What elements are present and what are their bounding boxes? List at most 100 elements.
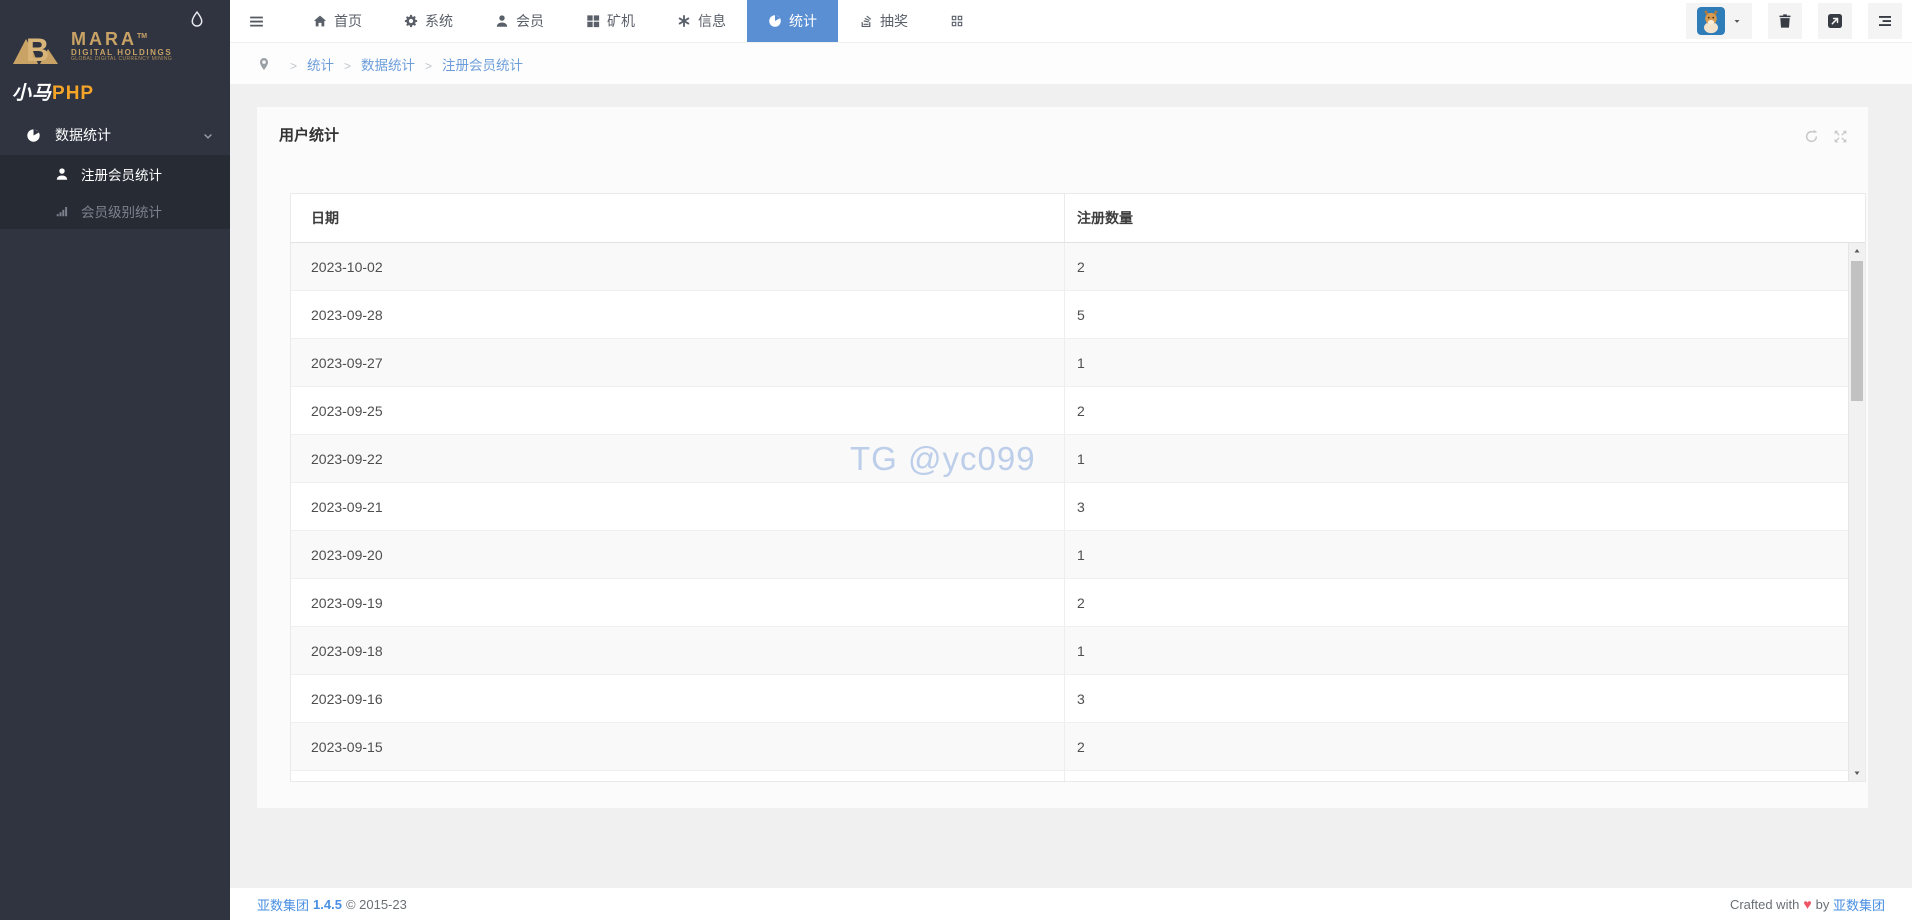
sidebar-toggle-button[interactable] <box>230 0 282 42</box>
pie-chart-icon <box>26 128 41 143</box>
user-icon <box>495 14 509 28</box>
sidebar-item-registered-members-stats[interactable]: 注册会员统计 <box>0 155 230 192</box>
external-link-button[interactable] <box>1818 3 1852 39</box>
trash-button[interactable] <box>1768 3 1802 39</box>
nav-item-home[interactable]: 首页 <box>292 0 383 42</box>
nav-items: 首页 系统 会员 矿机 信息 统计 抽奖 <box>292 0 985 42</box>
scrollbar-thumb[interactable] <box>1851 261 1863 401</box>
nav-item-label: 会员 <box>516 11 544 31</box>
footer-left: 亚数集团1.4.5© 2015-23 <box>257 895 407 914</box>
breadcrumb-links: >统计>数据统计>注册会员统计 <box>280 54 523 74</box>
table-row: 2023-09-192 <box>291 579 1865 627</box>
nav-item-system[interactable]: 系统 <box>383 0 474 42</box>
sidebar-item-label: 数据统计 <box>55 125 111 145</box>
table-row: 2023-10-022 <box>291 243 1865 291</box>
cell-count: 2 <box>1065 579 1865 626</box>
nav-right <box>1686 0 1912 42</box>
table-row: 2023-09-201 <box>291 531 1865 579</box>
cell-date: 2023-09-15 <box>291 723 1065 770</box>
cell-date: 2023-09-27 <box>291 339 1065 386</box>
grid-icon <box>586 14 600 28</box>
footer-crafted-text: Crafted with <box>1730 897 1799 912</box>
scrollbar-down-arrow[interactable] <box>1849 765 1865 781</box>
user-stats-card: 用户统计 日期 注册数量 2023-10-0222023-09-2852023-… <box>257 107 1868 808</box>
refresh-icon[interactable] <box>1804 128 1819 146</box>
align-icon <box>1877 13 1893 29</box>
nav-item-apps[interactable] <box>929 0 985 42</box>
nav-item-members[interactable]: 会员 <box>474 0 565 42</box>
user-avatar-button[interactable] <box>1686 3 1752 39</box>
pie-chart-icon <box>768 14 782 28</box>
cell-count: 1 <box>1065 435 1865 482</box>
cell-count: 3 <box>1065 675 1865 722</box>
nav-item-label: 抽奖 <box>880 11 908 31</box>
sidebar-subitem-label: 注册会员统计 <box>81 164 162 184</box>
external-icon <box>1827 13 1843 29</box>
breadcrumb-link[interactable]: 注册会员统计 <box>442 58 523 73</box>
table-header-row: 日期 注册数量 <box>291 194 1865 243</box>
table-row: 2023-09-285 <box>291 291 1865 339</box>
cell-count: 2 <box>1065 243 1865 290</box>
table-row: 2023-09-152 <box>291 723 1865 771</box>
user-icon <box>55 167 69 181</box>
table-row: 2023-09-252 <box>291 387 1865 435</box>
breadcrumb-separator: > <box>425 59 432 73</box>
cell-count: 1 <box>1065 627 1865 674</box>
cell-date: 2023-09-22 <box>291 435 1065 482</box>
stack-icon <box>859 14 873 28</box>
brand-logo: B MARATM DIGITAL HOLDINGS GLOBAL DIGITAL… <box>12 26 172 66</box>
table-row: 2023-09-163 <box>291 675 1865 723</box>
cell-date: 2023-09-19 <box>291 579 1065 626</box>
mara-emblem-icon: B <box>12 26 64 66</box>
nav-item-info[interactable]: 信息 <box>656 0 747 42</box>
nav-item-label: 首页 <box>334 11 362 31</box>
table-scrollbar[interactable] <box>1848 243 1865 781</box>
nav-item-stats[interactable]: 统计 <box>747 0 838 42</box>
cell-date: 2023-09-18 <box>291 627 1065 674</box>
nav-item-label: 系统 <box>425 11 453 31</box>
sidebar-item-data-stats[interactable]: 数据统计 <box>0 115 230 155</box>
cell-count: 2 <box>1065 723 1865 770</box>
footer-brand-link[interactable]: 亚数集团 <box>257 898 309 913</box>
nav-item-miners[interactable]: 矿机 <box>565 0 656 42</box>
svg-text:B: B <box>26 32 49 66</box>
sidebar-submenu: 注册会员统计会员级别统计 <box>0 155 230 229</box>
breadcrumb-link[interactable]: 数据统计 <box>361 58 415 73</box>
table-row: 2023-09-181 <box>291 627 1865 675</box>
registrations-table: 日期 注册数量 2023-10-0222023-09-2852023-09-27… <box>290 193 1866 782</box>
breadcrumb-separator: > <box>344 59 351 73</box>
hamburger-icon <box>248 13 265 30</box>
cell-count: 1 <box>1065 339 1865 386</box>
expand-icon[interactable] <box>1833 128 1848 146</box>
bar-chart-icon <box>55 204 69 218</box>
cell-count: 5 <box>1065 291 1865 338</box>
sub-brand: 小马PHP <box>12 78 94 105</box>
caret-down-icon <box>1732 16 1742 26</box>
nav-item-lottery[interactable]: 抽奖 <box>838 0 929 42</box>
cell-date: 2023-09-25 <box>291 387 1065 434</box>
water-drop-icon <box>188 10 208 30</box>
home-icon <box>313 14 327 28</box>
footer-brand-link-right[interactable]: 亚数集团 <box>1833 898 1885 913</box>
nav-item-label: 统计 <box>789 11 817 31</box>
sidebar: B MARATM DIGITAL HOLDINGS GLOBAL DIGITAL… <box>0 0 230 920</box>
breadcrumb: >统计>数据统计>注册会员统计 <box>230 42 1912 84</box>
heart-icon: ♥ <box>1803 896 1811 912</box>
avatar <box>1697 7 1725 35</box>
sidebar-logo-area: B MARATM DIGITAL HOLDINGS GLOBAL DIGITAL… <box>0 0 230 115</box>
breadcrumb-link[interactable]: 统计 <box>307 58 334 73</box>
sidebar-item-member-level-stats[interactable]: 会员级别统计 <box>0 192 230 229</box>
cell-date: 2023-10-02 <box>291 243 1065 290</box>
scrollbar-up-arrow[interactable] <box>1849 243 1865 259</box>
asterisk-icon <box>677 14 691 28</box>
footer: 亚数集团1.4.5© 2015-23 Crafted with♥by 亚数集团 <box>230 888 1912 920</box>
table-body: 2023-10-0222023-09-2852023-09-2712023-09… <box>291 243 1865 781</box>
brand-line2: GLOBAL DIGITAL CURRENCY MINING <box>71 57 172 62</box>
log-list-button[interactable] <box>1868 3 1902 39</box>
nav-item-label: 矿机 <box>607 11 635 31</box>
table-row: 2023-09-271 <box>291 339 1865 387</box>
table-row: 2023-09-213 <box>291 483 1865 531</box>
caret-down-icon <box>1732 12 1742 30</box>
cell-count: 3 <box>1065 483 1865 530</box>
cell-date: 2023-09-21 <box>291 483 1065 530</box>
